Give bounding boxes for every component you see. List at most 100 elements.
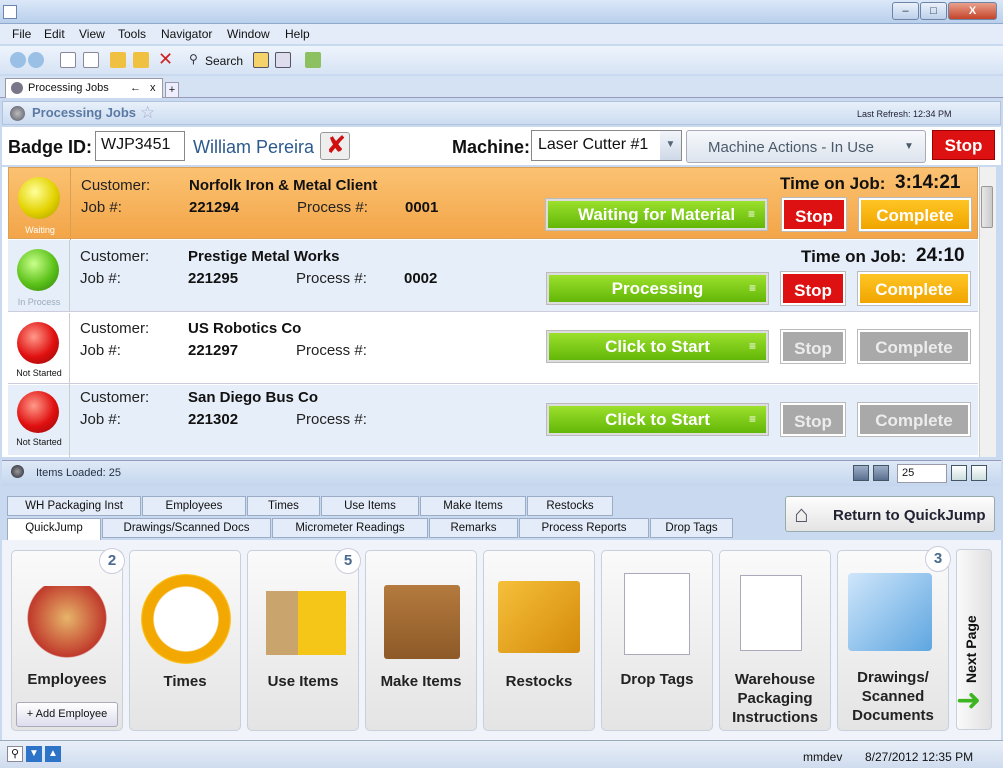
count-badge: 3: [925, 546, 951, 572]
tab-micrometer[interactable]: Micrometer Readings: [272, 518, 428, 538]
tab-wh-packaging[interactable]: WH Packaging Inst: [7, 496, 141, 516]
restock-icon: [498, 581, 580, 653]
tile-drop-tags[interactable]: Drop Tags: [601, 550, 713, 731]
menu-file[interactable]: File: [12, 27, 31, 41]
job-row[interactable]: Waiting Customer: Norfolk Iron & Metal C…: [8, 167, 978, 240]
search-icon[interactable]: ⚲: [189, 52, 198, 66]
tile-warehouse-packaging[interactable]: Warehouse Packaging Instructions: [719, 550, 831, 731]
back-icon[interactable]: [10, 52, 26, 68]
last-page-icon[interactable]: [971, 465, 987, 481]
status-light: Not Started: [8, 313, 70, 385]
job-row[interactable]: Not Started Customer: US Robotics Co Job…: [8, 313, 978, 385]
tab-make-items[interactable]: Make Items: [420, 496, 526, 516]
minimize-button[interactable]: –: [892, 2, 919, 20]
add-employee-button[interactable]: + Add Employee: [16, 702, 118, 727]
close-button[interactable]: X: [948, 2, 997, 20]
chevron-down-icon: ≡: [747, 207, 755, 221]
new-icon[interactable]: [60, 52, 76, 68]
badge-id-input[interactable]: WJP3451: [95, 131, 185, 161]
menu-help[interactable]: Help: [285, 27, 310, 41]
add-tab-button[interactable]: +: [165, 82, 179, 98]
tab-processing-jobs[interactable]: Processing Jobs ← x: [5, 78, 163, 98]
menu-tools[interactable]: Tools: [118, 27, 146, 41]
tab-use-items[interactable]: Use Items: [321, 496, 419, 516]
job-label: Job #:: [81, 199, 122, 216]
job-action-dropdown[interactable]: Click to Start ≡: [547, 331, 768, 362]
tile-label: Make Items: [380, 673, 462, 690]
maximize-button[interactable]: □: [920, 2, 947, 20]
drop-tag-document-icon: [624, 573, 690, 655]
search-button[interactable]: Search: [205, 54, 243, 68]
process-label: Process #:: [296, 411, 367, 428]
complete-button[interactable]: Complete: [858, 330, 970, 363]
favorite-star-icon[interactable]: ☆: [140, 103, 155, 123]
tab-restocks[interactable]: Restocks: [527, 496, 613, 516]
job-action-dropdown[interactable]: Processing ≡: [547, 273, 768, 304]
stop-button[interactable]: Stop: [781, 403, 845, 436]
job-value: 221295: [188, 270, 239, 287]
job-action-dropdown[interactable]: Click to Start ≡: [547, 404, 768, 435]
layout1-icon[interactable]: [253, 52, 269, 68]
complete-button[interactable]: Complete: [858, 272, 970, 305]
job-action-label: Click to Start: [605, 410, 710, 429]
stop-button[interactable]: Stop: [781, 330, 845, 363]
tab-process-reports[interactable]: Process Reports: [519, 518, 649, 538]
stop-button[interactable]: Stop: [781, 272, 845, 305]
panel-title: Processing Jobs: [32, 105, 137, 120]
first-page-icon[interactable]: [853, 465, 869, 481]
gear-icon[interactable]: [11, 465, 24, 478]
tab-close-icon[interactable]: x: [150, 82, 156, 94]
folder-icon[interactable]: [133, 52, 149, 68]
tab-drawings[interactable]: Drawings/Scanned Docs: [102, 518, 271, 538]
complete-button[interactable]: Complete: [859, 198, 971, 231]
tile-times[interactable]: Times: [129, 550, 241, 731]
forward-icon[interactable]: [28, 52, 44, 68]
prev-page-icon[interactable]: [873, 465, 889, 481]
tile-make-items[interactable]: Make Items: [365, 550, 477, 731]
copy-icon[interactable]: [83, 52, 99, 68]
menu-navigator[interactable]: Navigator: [161, 27, 212, 41]
machine-actions-dropdown[interactable]: Machine Actions - In Use ▼: [686, 130, 926, 163]
scrollbar-thumb[interactable]: [981, 186, 993, 228]
process-value: 0002: [404, 270, 438, 287]
delete-icon[interactable]: ✕: [158, 49, 173, 70]
job-action-dropdown[interactable]: Waiting for Material ≡: [546, 199, 767, 230]
pin-icon[interactable]: ←: [130, 82, 141, 94]
menu-window[interactable]: Window: [227, 27, 270, 41]
chevron-down-icon[interactable]: ▼: [660, 131, 681, 160]
tile-use-items[interactable]: Use Items: [247, 550, 359, 731]
tab-quickjump[interactable]: QuickJump: [7, 518, 101, 540]
tab-employees[interactable]: Employees: [142, 496, 246, 516]
tab-times[interactable]: Times: [247, 496, 320, 516]
next-page-icon[interactable]: [951, 465, 967, 481]
search-icon[interactable]: ⚲: [7, 746, 23, 762]
tile-label: Drawings/ Scanned Documents: [852, 669, 934, 724]
tab-remarks[interactable]: Remarks: [429, 518, 518, 538]
tile-employees[interactable]: Employees + Add Employee: [11, 550, 123, 731]
stop-button[interactable]: Stop: [782, 198, 846, 231]
refresh-icon[interactable]: [305, 52, 321, 68]
job-row[interactable]: Not Started Customer: San Diego Bus Co J…: [8, 385, 978, 457]
job-row[interactable]: In Process Customer: Prestige Metal Work…: [8, 240, 978, 312]
job-action-label: Processing: [611, 279, 704, 298]
tile-label: Drop Tags: [620, 671, 694, 688]
arrow-up-icon[interactable]: ▲: [45, 746, 61, 762]
tile-drawings[interactable]: Drawings/ Scanned Documents: [837, 550, 949, 731]
return-quickjump-button[interactable]: ⌂ Return to QuickJump: [785, 496, 995, 532]
tab-drop-tags[interactable]: Drop Tags: [650, 518, 733, 538]
machine-stop-button[interactable]: Stop: [932, 130, 995, 160]
status-datetime: 8/27/2012 12:35 PM: [865, 750, 974, 764]
tile-restocks[interactable]: Restocks: [483, 550, 595, 731]
menu-edit[interactable]: Edit: [44, 27, 65, 41]
return-label: Return to QuickJump: [833, 507, 986, 524]
forklift-icon: [266, 591, 346, 655]
folder-open-icon[interactable]: [110, 52, 126, 68]
arrow-down-icon[interactable]: ▼: [26, 746, 42, 762]
layout2-icon[interactable]: [275, 52, 291, 68]
page-size-select[interactable]: 25: [897, 464, 947, 483]
time-on-job-label: Time on Job:: [801, 247, 907, 266]
menu-view[interactable]: View: [79, 27, 105, 41]
complete-button[interactable]: Complete: [858, 403, 970, 436]
clear-badge-button[interactable]: ✘: [320, 132, 350, 160]
customer-label: Customer:: [80, 248, 150, 265]
